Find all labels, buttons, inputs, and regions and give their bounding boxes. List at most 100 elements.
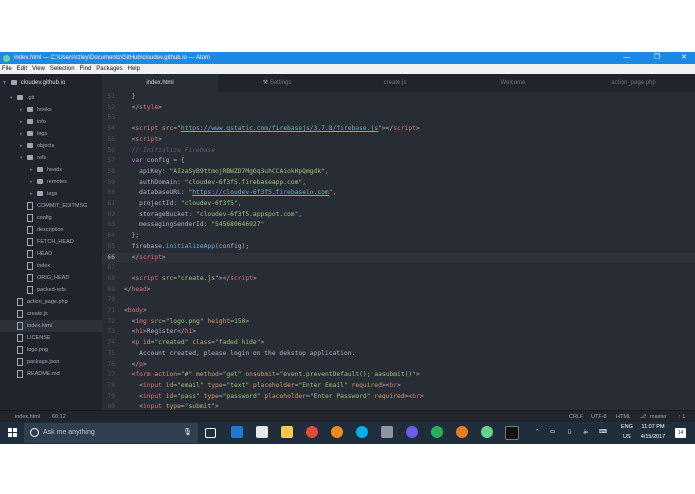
tree-file[interactable]: create.js: [0, 308, 48, 320]
maximize-button[interactable]: ❐: [646, 52, 668, 64]
tree-file[interactable]: README.md: [0, 368, 60, 380]
tab-create-js[interactable]: create.js: [336, 74, 454, 92]
tree-folder[interactable]: ▸ hooks: [0, 104, 52, 116]
tree-folder[interactable]: ▸ logs: [0, 128, 47, 140]
tree-file[interactable]: HEAD: [0, 248, 52, 260]
task-view-icon[interactable]: [205, 428, 216, 438]
file-explorer-icon[interactable]: [281, 426, 293, 438]
app-icon-2[interactable]: [406, 426, 418, 438]
tree-file[interactable]: description: [0, 224, 64, 236]
project-root[interactable]: ▾ cloudev.github.io: [0, 74, 102, 92]
tree-file[interactable]: logo.png: [0, 344, 48, 356]
chevron-right-icon[interactable]: ▸: [20, 140, 27, 152]
app-icon-4[interactable]: [456, 426, 468, 438]
menu-edit[interactable]: Edit: [17, 66, 27, 72]
terminal-icon[interactable]: [505, 426, 519, 440]
network-icon[interactable]: ▭: [550, 427, 555, 438]
code-line[interactable]: 53: [102, 113, 695, 124]
code-line[interactable]: 74 <p id="created" class="faded hide">: [102, 338, 695, 349]
windows-start-icon[interactable]: [8, 428, 18, 438]
tree-file[interactable]: COMMIT_EDITMSG: [0, 200, 87, 212]
code-line[interactable]: 69 </head>: [102, 285, 695, 296]
menu-view[interactable]: View: [32, 66, 45, 72]
close-button[interactable]: ✕: [673, 52, 695, 64]
chevron-down-icon[interactable]: ▾: [20, 152, 27, 164]
code-line[interactable]: 72 <img src="logo.png" height=150>: [102, 317, 695, 328]
store-icon[interactable]: [256, 426, 268, 438]
code-line[interactable]: 59 authDomain: "cloudev-6f3f5.firebaseap…: [102, 178, 695, 189]
code-line[interactable]: 60 databaseURL: "https://cloudev-6f3f5.f…: [102, 188, 695, 199]
code-line[interactable]: 62 storageBucket: "cloudev-6f3f5.appspot…: [102, 210, 695, 221]
skype-icon[interactable]: [356, 426, 368, 438]
code-line[interactable]: 65 firebase.initializeApp(config);: [102, 242, 695, 253]
code-line[interactable]: 71 <body>: [102, 306, 695, 317]
tree-folder[interactable]: ▸ info: [0, 116, 46, 128]
menu-selection[interactable]: Selection: [50, 66, 75, 72]
tree-file[interactable]: package.json: [0, 356, 59, 368]
atom-taskbar-icon[interactable]: [481, 426, 493, 438]
code-line[interactable]: 68 <script src="create.js"></script>: [102, 274, 695, 285]
tree-file[interactable]: config: [0, 212, 52, 224]
keyboard-icon[interactable]: ⌨: [599, 427, 607, 438]
menu-file[interactable]: File: [2, 66, 12, 72]
code-line[interactable]: 58 apiKey: "AIzaSyB9ttmojRBWZD7MgGq3uhCC…: [102, 167, 695, 178]
code-line[interactable]: 63 messagingSenderId: "545680646927": [102, 220, 695, 231]
chevron-right-icon[interactable]: ▸: [20, 104, 27, 116]
code-line[interactable]: 67: [102, 263, 695, 274]
firefox-icon[interactable]: [331, 426, 343, 438]
menu-packages[interactable]: Packages: [96, 66, 122, 72]
code-line[interactable]: 75 Account created, please login on the …: [102, 349, 695, 360]
tree-file[interactable]: ORIG_HEAD: [0, 272, 69, 284]
code-line[interactable]: 52 </style>: [102, 103, 695, 114]
code-line[interactable]: 79 <input id="pass" type="password" plac…: [102, 392, 695, 403]
tree-folder[interactable]: ▸ tags: [0, 188, 57, 200]
app-icon-1[interactable]: [381, 426, 393, 438]
tree-file[interactable]: index.html: [0, 320, 102, 332]
tree-file[interactable]: action_page.php: [0, 296, 68, 308]
clock-date[interactable]: 4/15/2017: [640, 432, 666, 443]
tree-file[interactable]: LICENSE: [0, 332, 51, 344]
tab-welcome[interactable]: Welcome: [454, 74, 572, 92]
code-line[interactable]: 76 </p>: [102, 360, 695, 371]
code-line[interactable]: 54 <script src="https://www.gstatic.com/…: [102, 124, 695, 135]
code-line[interactable]: 61 projectId: "cloudev-6f3f5",: [102, 199, 695, 210]
volume-icon[interactable]: 🔈: [583, 427, 590, 438]
code-line[interactable]: 78 <input id="email" type="text" placeho…: [102, 381, 695, 392]
tab-index-html[interactable]: index.html: [102, 74, 218, 92]
tree-file[interactable]: FETCH_HEAD: [0, 236, 74, 248]
tree-folder[interactable]: ▸ objects: [0, 140, 54, 152]
code-line[interactable]: 73 <h1>Register</h1>: [102, 327, 695, 338]
chevron-right-icon[interactable]: ▸: [20, 128, 27, 140]
notification-badge[interactable]: 14: [675, 428, 686, 438]
code-line[interactable]: 57 var config = {: [102, 156, 695, 167]
tree-folder[interactable]: ▸ remotes: [0, 176, 67, 188]
chevron-right-icon[interactable]: ▸: [30, 176, 37, 188]
code-line[interactable]: 56 // Initialize Firebase: [102, 146, 695, 157]
chevron-up-icon[interactable]: ⌃: [535, 427, 540, 438]
edge-icon[interactable]: [231, 426, 243, 438]
menu-help[interactable]: Help: [128, 66, 140, 72]
chevron-right-icon[interactable]: ▸: [20, 116, 27, 128]
tree-file[interactable]: index: [0, 260, 50, 272]
tree-folder[interactable]: ▸ heads: [0, 164, 62, 176]
code-line[interactable]: 66 </script>: [102, 252, 695, 264]
code-line[interactable]: 55 <script>: [102, 135, 695, 146]
battery-icon[interactable]: ▯: [568, 427, 571, 438]
code-line[interactable]: 80 <input type="submit">: [102, 402, 695, 410]
tree-file[interactable]: packed-refs: [0, 284, 66, 296]
code-line[interactable]: 77 <form action="#" method="get" onsubmi…: [102, 370, 695, 381]
code-line[interactable]: 51 }: [102, 92, 695, 103]
app-icon-3[interactable]: [431, 426, 443, 438]
chevron-right-icon[interactable]: ▸: [30, 188, 37, 200]
tree-folder[interactable]: ▾ .git: [0, 92, 34, 104]
cortana-search-box[interactable]: Ask me anything 🎙: [24, 423, 198, 443]
chevron-right-icon[interactable]: ▸: [30, 164, 37, 176]
minimize-button[interactable]: —: [616, 52, 638, 64]
tab-settings[interactable]: ⚒ Settings: [218, 74, 336, 92]
code-editor[interactable]: 51 } 52 </style> 53 54 <script src="https:/…: [102, 92, 695, 410]
microphone-icon[interactable]: 🎙: [183, 423, 192, 443]
code-line[interactable]: 64 };: [102, 231, 695, 242]
chevron-down-icon[interactable]: ▾: [10, 92, 17, 104]
tab-action-page[interactable]: action_page.php: [572, 74, 695, 92]
menu-find[interactable]: Find: [80, 66, 92, 72]
